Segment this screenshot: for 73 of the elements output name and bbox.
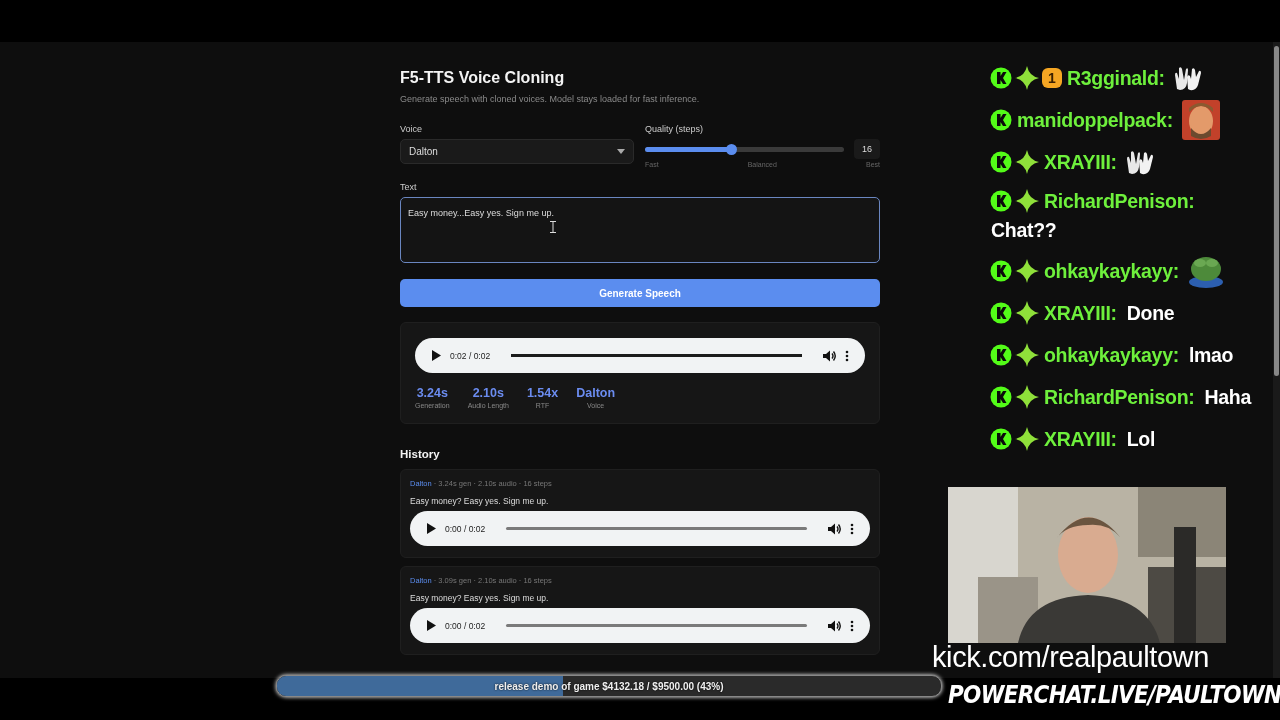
stat-value: 3.24s	[416, 386, 448, 400]
time-label: 0:02 / 0:02	[450, 350, 491, 361]
volume-icon[interactable]	[823, 349, 836, 362]
time-label: 0:00 / 0:02	[445, 523, 486, 534]
chat-message: Chat??	[991, 219, 1058, 242]
chat-message: Done	[1126, 301, 1175, 325]
more-icon[interactable]	[850, 619, 854, 632]
chat-username: RichardPenison:	[1044, 189, 1195, 213]
platform-badge-icon	[990, 109, 1012, 131]
channel-url: kick.com/realpaultown	[932, 641, 1209, 674]
play-icon[interactable]	[426, 620, 436, 631]
sparkle-badge-icon	[1015, 259, 1039, 283]
platform-badge-icon	[990, 260, 1012, 282]
frog-emote-icon	[1187, 254, 1224, 288]
platform-badge-icon	[990, 190, 1012, 212]
scrollbar[interactable]	[1273, 42, 1280, 678]
section-title: History	[400, 448, 441, 460]
chat-username: RichardPenison:	[1044, 385, 1195, 409]
platform-badge-icon	[990, 302, 1012, 324]
audio-player[interactable]: 0:00 / 0:02	[410, 511, 870, 546]
audio-player[interactable]: 0:00 / 0:02	[410, 608, 870, 643]
platform-badge-icon	[990, 344, 1012, 366]
sparkle-badge-icon	[1015, 66, 1039, 90]
text-input[interactable]: Easy money...Easy yes. Sign me up.	[400, 197, 880, 263]
more-icon[interactable]	[850, 522, 854, 535]
chat-message: lmao	[1188, 343, 1234, 367]
platform-badge-icon	[990, 386, 1012, 408]
stat-value: Dalton	[576, 386, 616, 400]
clapping-hands-icon	[1125, 149, 1154, 175]
voice-select[interactable]: Dalton	[400, 139, 634, 164]
play-icon[interactable]	[426, 523, 436, 534]
page-title: F5-TTS Voice Cloning	[400, 68, 566, 88]
history-text: Easy money? Easy yes. Sign me up.	[410, 593, 550, 603]
play-icon[interactable]	[431, 350, 441, 361]
steps-value: 16	[854, 139, 880, 159]
sparkle-badge-icon	[1015, 343, 1039, 367]
chat-username: ohkaykaykayy:	[1044, 259, 1179, 283]
volume-icon[interactable]	[828, 522, 841, 535]
slider-thumb[interactable]	[725, 143, 737, 155]
chat-username: R3gginald:	[1067, 66, 1165, 90]
chat-username: XRAYIII:	[1044, 301, 1117, 325]
powerchat-url: POWERCHAT.LIVE/PAULTOWN	[948, 680, 1280, 709]
field-label: Voice	[400, 124, 424, 135]
sparkle-badge-icon	[1015, 385, 1039, 409]
platform-badge-icon	[990, 67, 1012, 89]
sparkle-badge-icon	[1015, 150, 1039, 174]
clapping-hands-icon	[1173, 65, 1202, 91]
platform-badge-icon	[990, 151, 1012, 173]
sparkle-badge-icon	[1015, 301, 1039, 325]
emote-icon	[1181, 100, 1220, 140]
chat-username: XRAYIII:	[1044, 427, 1117, 451]
platform-badge-icon	[990, 428, 1012, 450]
page-subtitle: Generate speech with cloned voices. Model stays loaded for fast inference.	[400, 94, 701, 104]
caret-icon	[617, 149, 625, 154]
history-text: Easy money? Easy yes. Sign me up.	[410, 496, 550, 506]
stat-value: 2.10s	[472, 386, 504, 400]
chat-message: Haha	[1204, 385, 1251, 409]
chat-username: XRAYIII:	[1044, 150, 1117, 174]
field-label: Text	[400, 182, 418, 193]
sparkle-badge-icon	[1015, 427, 1039, 451]
chat-username: manidoppelpack:	[1017, 108, 1173, 132]
volume-icon[interactable]	[828, 619, 841, 632]
field-label: Quality (steps)	[645, 124, 705, 135]
time-label: 0:00 / 0:02	[445, 620, 486, 631]
rank-badge: 1	[1042, 68, 1062, 88]
more-icon[interactable]	[845, 349, 849, 362]
text-cursor-icon	[550, 221, 556, 233]
quality-slider[interactable]	[645, 146, 844, 152]
sparkle-badge-icon	[1015, 189, 1039, 213]
stat-value: 1.54x	[526, 386, 559, 400]
chat-message: Lol	[1126, 427, 1156, 451]
chat-username: ohkaykaykayy:	[1044, 343, 1179, 367]
audio-player[interactable]: 0:02 / 0:02	[415, 338, 865, 373]
